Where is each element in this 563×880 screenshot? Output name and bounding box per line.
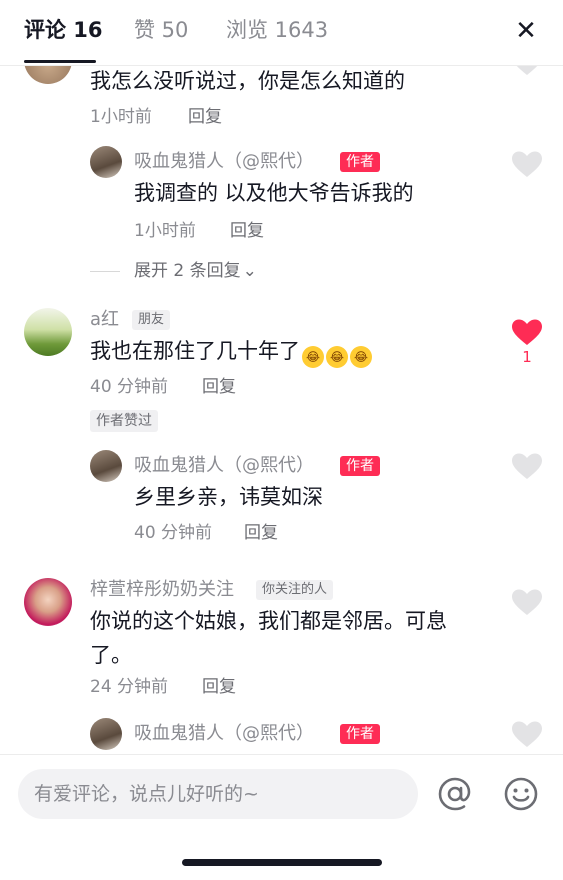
commenter-name[interactable]: a红 <box>90 308 119 332</box>
author-tag: 作者 <box>340 456 380 476</box>
tab-views[interactable]: 浏览 1643 <box>226 16 328 44</box>
author-liked-badge: 作者赞过 <box>90 410 158 432</box>
reply-author-name[interactable]: 吸血鬼猎人（@熙代） <box>134 454 314 478</box>
reply-time: 1小时前 <box>134 221 196 241</box>
reply-button[interactable]: 回复 <box>230 220 264 242</box>
liked-heart-icon[interactable] <box>511 318 543 346</box>
author-avatar[interactable] <box>90 146 122 178</box>
active-tab-indicator <box>24 60 96 63</box>
comment-text: 你说的这个姑娘，我们都是邻居。可息 <box>90 609 447 633</box>
following-badge: 你关注的人 <box>256 580 334 600</box>
like-heart-icon[interactable] <box>511 720 543 748</box>
comment-text: 我也在那住了几十年了 <box>90 339 300 363</box>
reply-text: 乡里乡亲，讳莫如深 <box>134 485 323 509</box>
reply-button[interactable]: 回复 <box>244 522 278 544</box>
chevron-down-icon: ⌄ <box>242 261 257 281</box>
like-heart-icon[interactable] <box>511 452 543 480</box>
avatar[interactable] <box>24 578 72 626</box>
mention-at-icon[interactable] <box>436 775 474 813</box>
like-count: 1 <box>522 348 532 366</box>
author-tag: 作者 <box>340 152 380 172</box>
author-avatar[interactable] <box>90 718 122 750</box>
comment-time: 24 分钟前 <box>90 677 169 697</box>
comment-input[interactable] <box>34 769 404 819</box>
friend-badge: 朋友 <box>132 310 171 330</box>
avatar[interactable] <box>24 308 72 356</box>
comments-header: 评论 16 赞 50 浏览 1643 ✕ <box>0 0 563 66</box>
comment-time: 1小时前 <box>90 107 152 127</box>
author-avatar[interactable] <box>90 450 122 482</box>
comment-input-container[interactable] <box>18 769 418 819</box>
close-icon[interactable]: ✕ <box>511 16 541 46</box>
comment-text-continued: 了。 <box>90 643 132 667</box>
laughing-crying-emoji-icon: 😂 <box>302 346 324 368</box>
reply-text: 我调查的 以及他大爷告诉我的 <box>134 181 414 205</box>
reply-time: 40 分钟前 <box>134 523 213 543</box>
expand-divider <box>90 271 120 272</box>
reply-author-name[interactable]: 吸血鬼猎人（@熙代） <box>134 722 314 746</box>
laughing-crying-emoji-icon: 😂 <box>326 346 348 368</box>
comment-time: 40 分钟前 <box>90 377 169 397</box>
like-heart-icon[interactable] <box>511 66 543 76</box>
avatar[interactable] <box>24 66 72 84</box>
expand-replies-label: 展开 2 条回复 <box>134 261 241 281</box>
tab-comments[interactable]: 评论 16 <box>24 16 103 44</box>
emoji-picker-icon[interactable] <box>502 775 540 813</box>
comment-list[interactable]: 我怎么没听说过，你是怎么知道的 1小时前 回复 吸血鬼猎人（@熙代） 作者 我调… <box>0 66 563 754</box>
reply-button[interactable]: 回复 <box>202 376 236 398</box>
like-heart-icon[interactable] <box>511 588 543 616</box>
author-tag: 作者 <box>340 724 380 744</box>
comment-input-bar <box>0 754 563 880</box>
expand-replies-button[interactable]: 展开 2 条回复 ⌄ <box>134 260 257 282</box>
comment-text: 我怎么没听说过，你是怎么知道的 <box>90 69 405 93</box>
like-heart-icon[interactable] <box>511 150 543 178</box>
reply-button[interactable]: 回复 <box>188 106 222 128</box>
reply-button[interactable]: 回复 <box>202 676 236 698</box>
reply-author-name[interactable]: 吸血鬼猎人（@熙代） <box>134 150 314 174</box>
tab-likes[interactable]: 赞 50 <box>134 16 188 44</box>
home-indicator[interactable] <box>182 859 382 866</box>
laughing-crying-emoji-icon: 😂 <box>350 346 372 368</box>
commenter-name[interactable]: 梓萱梓彤奶奶关注 <box>90 578 234 602</box>
comment-text-row: 我也在那住了几十年了 😂 😂 😂 <box>90 336 372 368</box>
